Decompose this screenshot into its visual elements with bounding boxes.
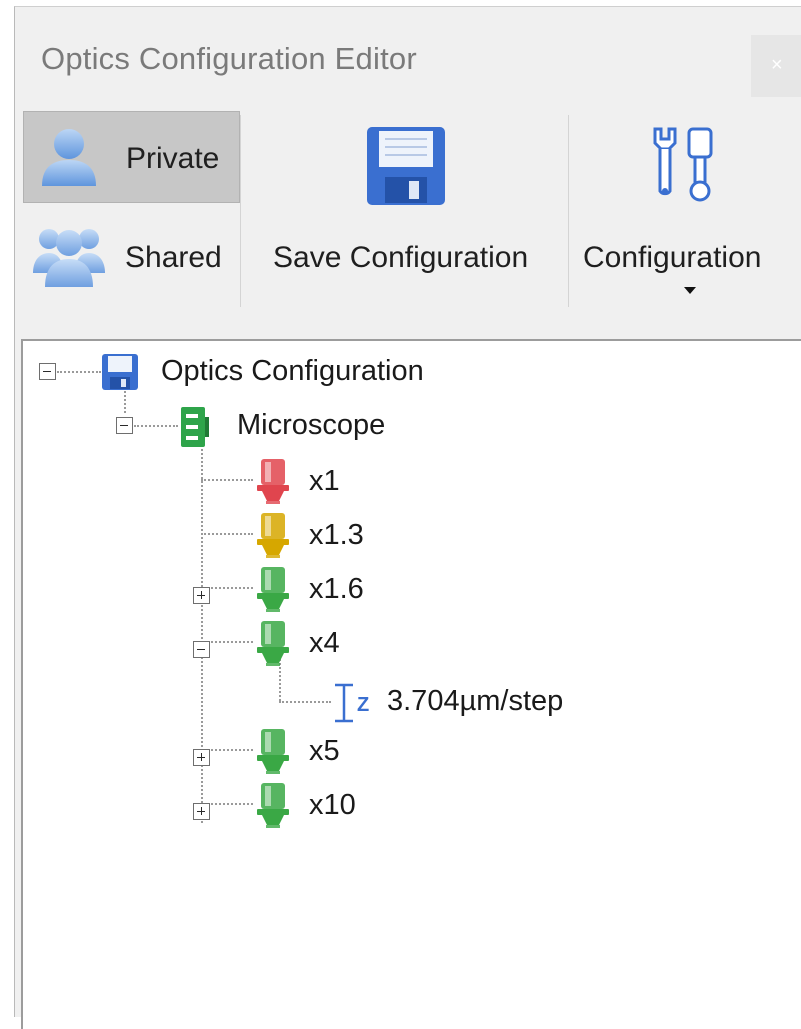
save-configuration-button[interactable]: Save Configuration xyxy=(249,113,565,303)
tree-connector xyxy=(211,749,253,751)
floppy-disk-icon xyxy=(102,354,138,390)
tree-connector xyxy=(201,479,253,481)
collapse-root-toggle[interactable] xyxy=(39,363,56,380)
objective-lens-icon xyxy=(257,729,289,774)
expand-objective-toggle[interactable] xyxy=(193,749,210,766)
window-title: Optics Configuration Editor xyxy=(41,41,417,76)
tree-connector xyxy=(134,425,178,427)
tree-node-microscope[interactable]: Microscope xyxy=(237,409,385,442)
shared-button[interactable]: Shared xyxy=(23,207,240,299)
tree-node-step-size[interactable]: 3.704µm/step xyxy=(387,685,563,718)
objective-lens-icon xyxy=(257,783,289,828)
tree-connector xyxy=(211,641,253,643)
configuration-label: Configuration xyxy=(583,241,762,274)
tree-connector xyxy=(211,587,253,589)
close-button[interactable]: × xyxy=(751,35,801,97)
tree-node-objective[interactable]: x1 xyxy=(309,465,340,498)
save-configuration-label: Save Configuration xyxy=(273,241,529,274)
private-button[interactable]: Private xyxy=(23,111,240,203)
objective-lens-icon xyxy=(257,567,289,612)
expand-objective-toggle[interactable] xyxy=(193,803,210,820)
z-step-icon: Z xyxy=(335,683,369,723)
tree-node-optics-configuration[interactable]: Optics Configuration xyxy=(161,355,424,388)
dropdown-arrow-icon xyxy=(684,287,696,294)
collapse-microscope-toggle[interactable] xyxy=(116,417,133,434)
tree-node-objective[interactable]: x10 xyxy=(309,789,356,822)
close-icon: × xyxy=(771,54,783,76)
tree-connector xyxy=(211,803,253,805)
tree-connector xyxy=(279,701,331,703)
ribbon-toolbar: Private Shared Save Configuration Config… xyxy=(15,105,801,339)
objective-lens-icon xyxy=(257,621,289,666)
floppy-disk-icon xyxy=(367,127,445,205)
optics-tree: Optics Configuration Microscope Z 3.704µ… xyxy=(21,339,801,1029)
user-icon xyxy=(42,129,96,186)
ribbon-separator xyxy=(568,115,569,307)
private-label: Private xyxy=(126,142,220,175)
wrench-tools-icon xyxy=(653,127,713,202)
svg-text:Z: Z xyxy=(357,694,369,716)
configuration-dropdown-button[interactable]: Configuration xyxy=(573,113,801,303)
microscope-icon xyxy=(181,407,209,447)
collapse-objective-toggle[interactable] xyxy=(193,641,210,658)
objective-lens-icon xyxy=(257,459,289,504)
tree-node-objective[interactable]: x5 xyxy=(309,735,340,768)
ribbon-separator xyxy=(240,115,241,307)
title-bar: Optics Configuration Editor × xyxy=(15,7,801,105)
shared-label: Shared xyxy=(125,241,222,274)
users-group-icon xyxy=(33,229,105,287)
tree-node-objective[interactable]: x1.3 xyxy=(309,519,364,552)
tree-connector xyxy=(201,533,253,535)
optics-editor-window: Optics Configuration Editor × Private Sh… xyxy=(14,6,801,1029)
tree-node-objective[interactable]: x1.6 xyxy=(309,573,364,606)
tree-node-objective[interactable]: x4 xyxy=(309,627,340,660)
objective-lens-icon xyxy=(257,513,289,558)
expand-objective-toggle[interactable] xyxy=(193,587,210,604)
tree-connector xyxy=(57,371,101,373)
